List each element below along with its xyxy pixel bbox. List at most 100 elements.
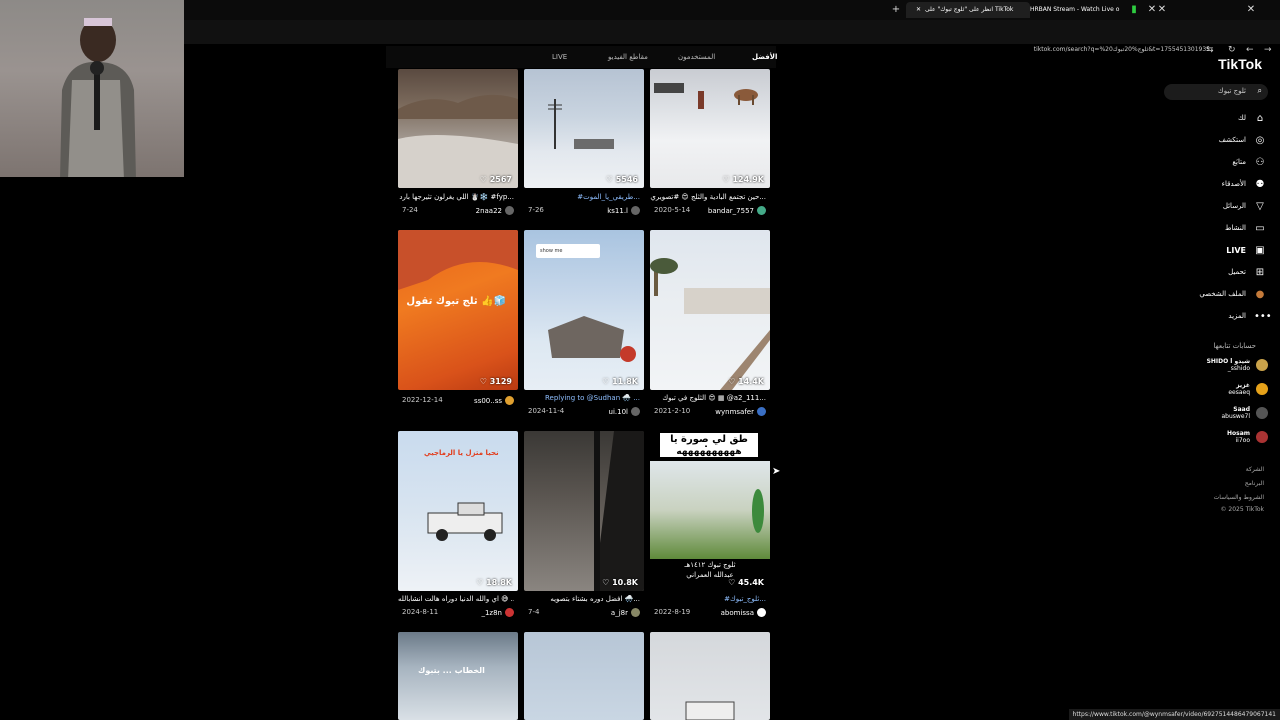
like-value: 11.8K — [612, 377, 638, 386]
close-icon[interactable]: ✕ — [1155, 2, 1169, 18]
like-count: ♡ 45.4K — [728, 578, 764, 587]
home-icon: ⌂ — [1256, 112, 1264, 124]
tab-live[interactable]: LIVE — [552, 53, 567, 61]
forward-icon[interactable]: → — [1264, 45, 1272, 55]
nav-upload[interactable]: تحميل ⊞ — [1228, 264, 1266, 280]
settings-icon[interactable]: ⇆ — [1206, 45, 1214, 55]
nav-explore[interactable]: استكشف ◎ — [1219, 132, 1266, 148]
search-input[interactable]: ثلوج تبوك ⌕ — [1164, 84, 1268, 100]
video-user[interactable]: a_j8r — [611, 608, 640, 617]
following-account[interactable]: Hosam ii7oo — [1227, 430, 1268, 444]
following-account[interactable]: غزيز eesaeq — [1228, 382, 1268, 396]
nav-friends[interactable]: الأصدقاء ⚉ — [1222, 176, 1266, 192]
car-window-image — [594, 431, 644, 591]
video-user[interactable]: ui.10l — [609, 407, 640, 416]
video-caption[interactable]: #طريقي_يا_الموت... — [524, 193, 640, 201]
reload-icon[interactable]: ↻ — [1228, 45, 1236, 55]
status-url: https://www.tiktok.com/@wynmsafer/video/… — [1068, 709, 1280, 720]
video-caption[interactable]: اللي يغرلون تثيرجها بارد ☃️❄️ #fyp... — [398, 193, 514, 201]
tiktok-logo[interactable]: TikTok — [1218, 56, 1262, 72]
like-count: ♡ 5546 — [605, 175, 638, 184]
video-thumbnail[interactable]: show me ♡ 11.8K — [524, 230, 644, 390]
browser-tab-tiktok[interactable]: ✕ انظر على "ثلوج تبوك" على TikTok — [906, 2, 1030, 18]
video-thumbnail[interactable]: ثلج تبوك تقول 👍🧊 ♡ 3129 — [398, 230, 518, 390]
compass-icon: ◎ — [1255, 134, 1265, 146]
video-thumbnail[interactable]: طق لي صورة يا عيل ههههههههههه ثلوج تبوك … — [650, 431, 770, 591]
nav-more[interactable]: المزيد ••• — [1228, 308, 1272, 324]
close-icon[interactable]: ✕ — [916, 6, 921, 13]
video-meta: 7-24 2naa22 — [402, 206, 514, 215]
like-value: 14.4K — [738, 377, 764, 386]
video-caption[interactable]: الثلوج في تبوك 😍 ▦ @a2_111... — [650, 394, 766, 402]
video-thumbnail[interactable]: ♡ 2567 — [398, 69, 518, 188]
footer-link[interactable]: الشركة — [1246, 466, 1264, 473]
video-thumbnail[interactable]: ♡ 10.8K — [524, 431, 644, 591]
video-caption[interactable]: حين تجتمع البادية والثلج 😍 #تصويري... — [650, 193, 766, 201]
video-thumbnail[interactable] — [650, 632, 770, 720]
avatar — [757, 608, 766, 617]
new-tab-button[interactable]: + — [889, 2, 903, 18]
video-thumbnail[interactable]: الخطاب ... بتبوك — [398, 632, 518, 720]
reply-sticker: show me — [536, 244, 600, 258]
video-thumbnail[interactable] — [524, 632, 644, 720]
video-thumbnail[interactable]: ♡ 5546 — [524, 69, 644, 188]
like-value: 18.8K — [486, 578, 512, 587]
nav-label: المزيد — [1228, 312, 1246, 320]
video-user[interactable]: wynmsafer — [715, 407, 766, 416]
following-account[interactable]: SHIDO l شيدو _sshido — [1207, 358, 1268, 372]
video-thumbnail[interactable]: ♡ 14.4K — [650, 230, 770, 390]
video-user[interactable]: 2naa22 — [476, 206, 514, 215]
tab-users[interactable]: المستخدمون — [678, 53, 715, 61]
copyright: © 2025 TikTok — [1220, 506, 1265, 513]
video-thumbnail[interactable]: نحيا متزل يا الرماجيي ♡ 18.8K — [398, 431, 518, 591]
search-icon[interactable]: ⌕ — [1258, 86, 1262, 96]
video-user[interactable]: ss00..ss — [474, 396, 514, 405]
video-user[interactable]: ks11.l — [607, 206, 640, 215]
video-overlay-text: ثلج تبوك تقول 👍🧊 — [406, 296, 506, 307]
video-date: 2024-8-11 — [402, 608, 439, 616]
username: wynmsafer — [715, 407, 754, 416]
account-name: Saad — [1233, 406, 1250, 413]
username: ks11.l — [607, 206, 628, 215]
nav-following[interactable]: متابَع ⚇ — [1232, 154, 1266, 170]
url-text[interactable]: tiktok.com/search?q=%20ثلوج%20تبوك&t=175… — [1034, 46, 1210, 53]
video-meta: 2024-11-4 ui.10l — [528, 407, 640, 416]
back-icon[interactable]: ← — [1246, 45, 1254, 55]
like-count: ♡ 14.4K — [728, 377, 764, 386]
search-text: ثلوج تبوك — [1217, 87, 1246, 95]
video-caption[interactable]: #ثلوج_تبوك... — [650, 595, 766, 603]
orange-rock-image — [398, 230, 518, 290]
avatar — [631, 407, 640, 416]
video-caption[interactable]: اي والله الدنيا دوراه هالت انشابالله 😅 .… — [398, 595, 514, 603]
video-user[interactable]: abomissa — [721, 608, 766, 617]
more-icon: ••• — [1254, 310, 1272, 322]
tab-top[interactable]: الأفضل — [752, 53, 777, 61]
window-close-icon[interactable]: ✕ — [1244, 2, 1258, 18]
like-count: ♡ 11.8K — [602, 377, 638, 386]
nav-profile[interactable]: الملف الشخصي ● — [1199, 286, 1266, 302]
address-bar[interactable]: tiktok.com/search?q=%20ثلوج%20تبوك&t=175… — [0, 20, 1280, 55]
nav-messages[interactable]: الرسائل ▽ — [1223, 198, 1266, 214]
video-thumbnail[interactable]: ♡ 124.9K — [650, 69, 770, 188]
account-handle: eesaeq — [1228, 389, 1250, 396]
message-icon: ▭ — [1255, 222, 1265, 234]
footer-link[interactable]: البرنامج — [1245, 480, 1264, 487]
video-overlay-text: ههههههههههه — [668, 447, 750, 457]
nav-for-you[interactable]: لك ⌂ — [1238, 110, 1266, 126]
tab-title: HRBAN Stream - Watch Live o — [1030, 6, 1120, 13]
video-caption[interactable]: افضل دوره بشتاء بتصويه 🌨️... — [524, 595, 640, 603]
video-user[interactable]: _1z8n — [481, 608, 514, 617]
avatar — [1256, 407, 1268, 419]
kick-icon: ▮ — [1131, 4, 1137, 15]
following-account[interactable]: Saad abuswe7l — [1221, 406, 1268, 420]
nav-activity[interactable]: النشاط ▭ — [1225, 220, 1266, 236]
footer-link[interactable]: الشروط والسياسات — [1214, 494, 1264, 501]
account-handle: abuswe7l — [1221, 413, 1251, 420]
video-caption[interactable]: Replying to @Sudhan 🌨️ ... — [524, 394, 640, 402]
tab-videos[interactable]: مقاطع الفيديو — [608, 53, 648, 61]
person-image — [752, 489, 764, 533]
avatar — [1256, 359, 1268, 371]
account-handle: ii7oo — [1235, 437, 1251, 444]
nav-live[interactable]: LIVE ▣ — [1226, 242, 1266, 258]
video-user[interactable]: bandar_7557 — [708, 206, 766, 215]
